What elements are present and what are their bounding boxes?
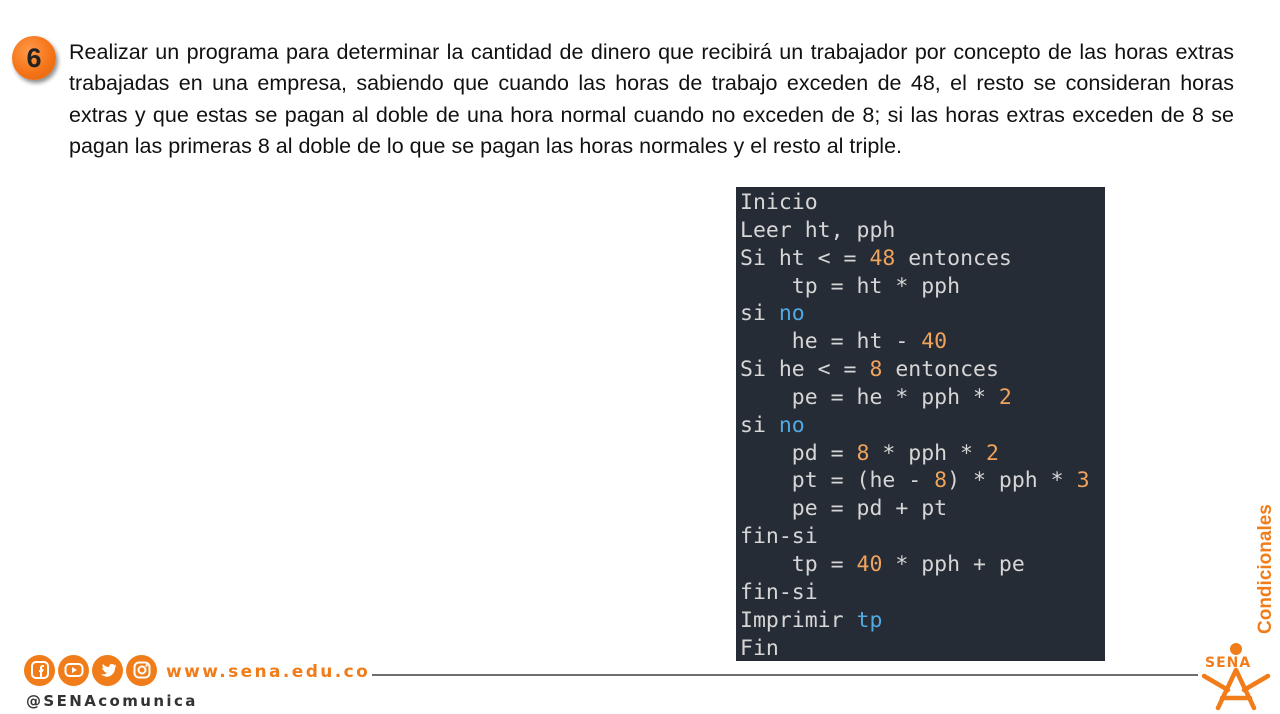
code-text: entonces — [882, 357, 999, 383]
code-text: tp = ht * pph — [740, 273, 961, 299]
code-text: ) * pph * — [947, 468, 1077, 494]
code-line: Imprimir tp — [740, 607, 1105, 635]
code-number: 8 — [934, 468, 948, 494]
code-text: si — [740, 412, 779, 438]
instagram-glyph — [133, 661, 150, 679]
code-number: 8 — [869, 357, 883, 383]
facebook-glyph — [30, 661, 49, 679]
section-label: Condicionales — [1255, 504, 1276, 634]
twitter-glyph — [100, 664, 116, 677]
code-text: pd = — [740, 440, 857, 466]
code-line: tp = 40 * pph + pe — [740, 551, 1105, 579]
code-text: he = ht - — [740, 329, 922, 355]
code-line: Fin — [740, 635, 1105, 662]
code-number: 48 — [869, 245, 896, 271]
code-line: he = ht - 40 — [740, 328, 1105, 356]
code-number: 40 — [856, 551, 883, 577]
code-number: 2 — [985, 440, 999, 466]
code-text: Leer ht, pph — [740, 217, 896, 243]
code-line: pe = he * pph * 2 — [740, 384, 1105, 412]
exercise-number-badge: 6 — [12, 36, 56, 80]
problem-statement: Realizar un programa para determinar la … — [69, 40, 1234, 159]
code-keyword: tp — [856, 607, 883, 633]
youtube-glyph — [64, 663, 83, 677]
code-line: pt = (he - 8) * pph * 3 — [740, 467, 1105, 495]
code-line: si no — [740, 412, 1105, 440]
code-text: Imprimir — [740, 607, 857, 633]
code-number: 8 — [856, 440, 870, 466]
code-text: * pph * — [869, 440, 986, 466]
code-text: fin-si — [740, 524, 818, 550]
code-text: entonces — [895, 245, 1012, 271]
code-text: Fin — [740, 635, 779, 661]
instagram-icon[interactable] — [126, 655, 157, 686]
youtube-icon[interactable] — [58, 655, 89, 686]
code-text: Si ht < = — [740, 245, 870, 271]
code-text: Inicio — [740, 190, 818, 215]
footer-divider — [372, 674, 1198, 676]
code-line: pd = 8 * pph * 2 — [740, 440, 1105, 468]
code-line: Leer ht, pph — [740, 217, 1105, 245]
sena-logo-icon — [1201, 643, 1271, 711]
code-line: Inicio — [740, 189, 1105, 217]
code-number: 40 — [921, 329, 948, 355]
code-text: fin-si — [740, 579, 818, 605]
code-number: 3 — [1076, 468, 1090, 494]
code-line: si no — [740, 300, 1105, 328]
code-number: 2 — [998, 384, 1012, 410]
code-line: pe = pd + pt — [740, 495, 1105, 523]
code-keyword: no — [778, 301, 805, 327]
code-line: tp = ht * pph — [740, 273, 1105, 301]
code-line: fin-si — [740, 523, 1105, 551]
code-text: si — [740, 301, 779, 327]
code-line: fin-si — [740, 579, 1105, 607]
code-text: * pph + pe — [882, 551, 1025, 577]
twitter-icon[interactable] — [92, 655, 123, 686]
code-text: pe = he * pph * — [740, 384, 999, 410]
social-handle: @SENAcomunica — [26, 692, 198, 710]
code-line: Si ht < = 48 entonces — [740, 245, 1105, 273]
code-text: pt = (he - — [740, 468, 935, 494]
code-text: pe = pd + pt — [740, 496, 948, 522]
code-line: Si he < = 8 entonces — [740, 356, 1105, 384]
code-keyword: no — [778, 412, 805, 438]
website-link[interactable]: www.sena.edu.co — [166, 662, 370, 682]
code-text: tp = — [740, 551, 857, 577]
facebook-icon[interactable] — [24, 655, 55, 686]
pseudocode-block: Inicio Leer ht, pph Si ht < = 48 entonces … — [736, 187, 1105, 661]
code-text: Si he < = — [740, 357, 870, 383]
